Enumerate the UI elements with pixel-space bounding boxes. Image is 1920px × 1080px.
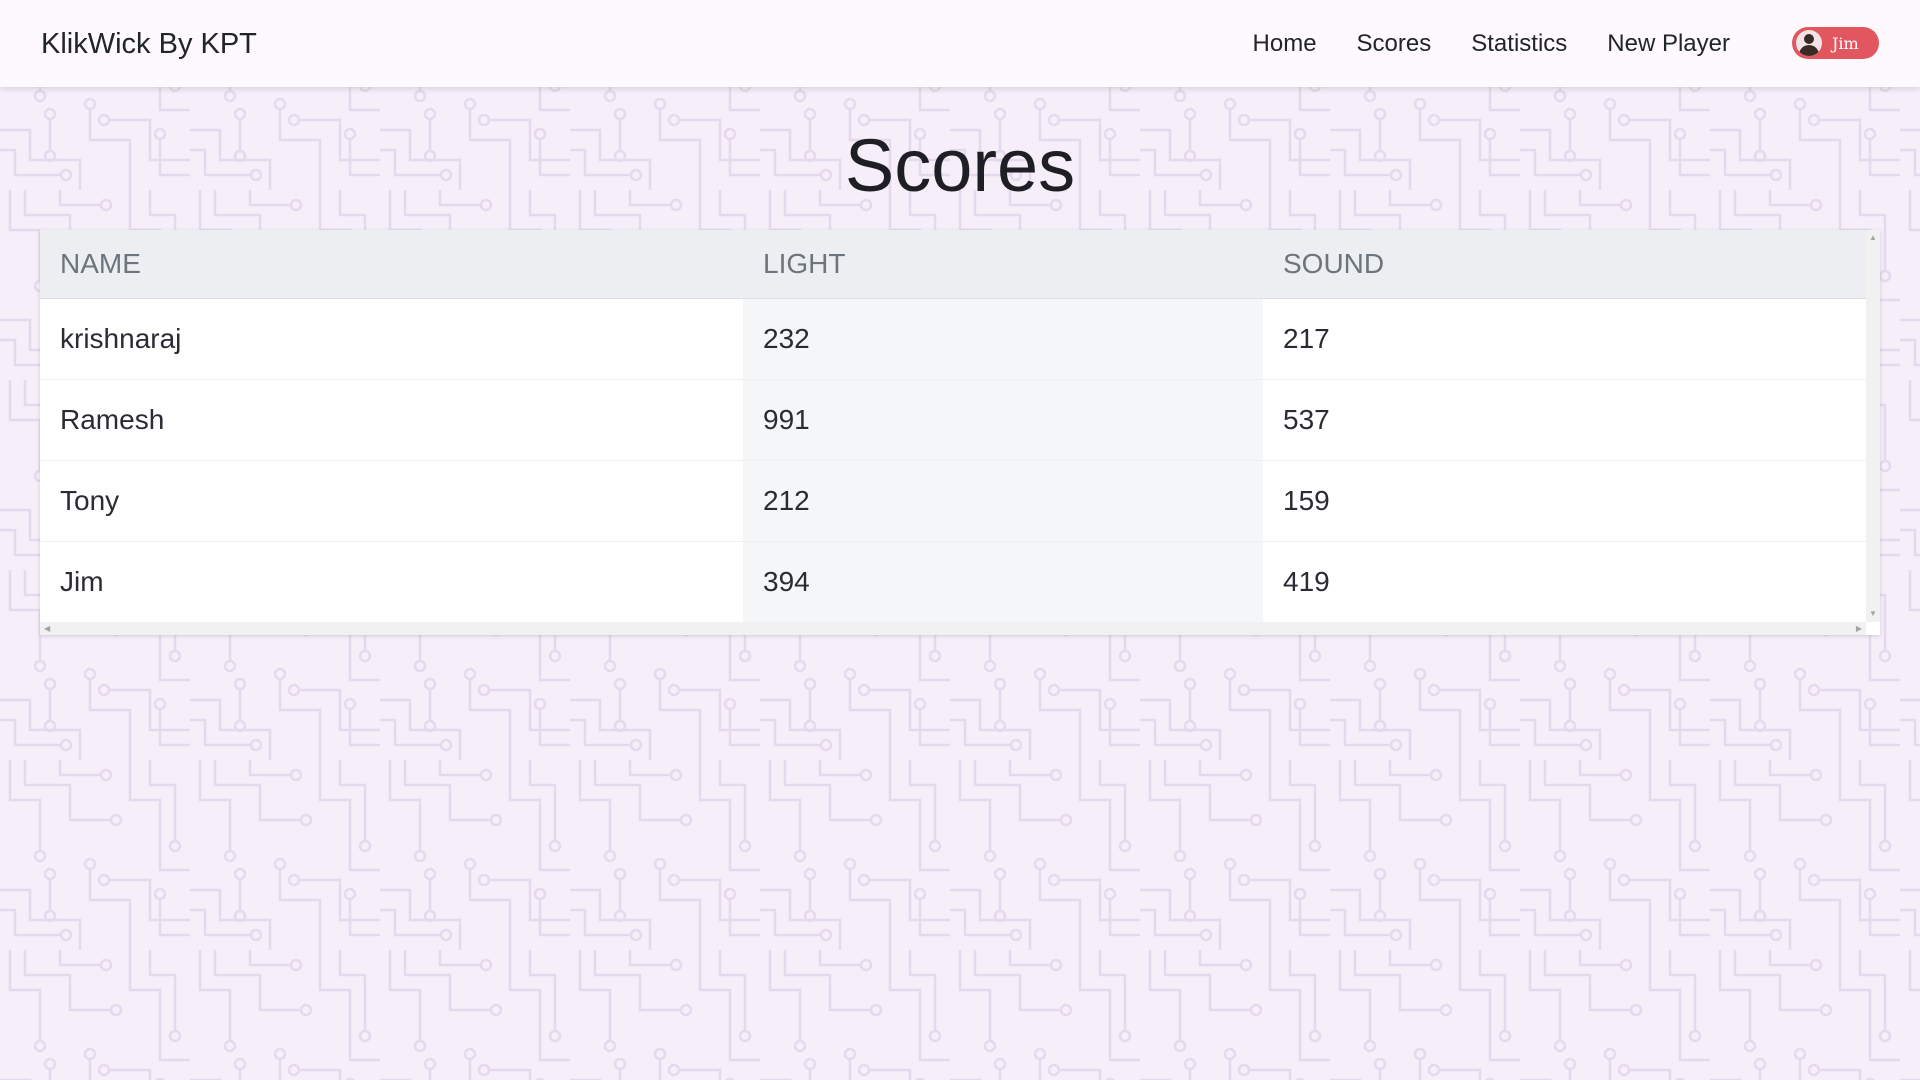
scores-table: NAME LIGHT SOUND krishnaraj 232 217 Rame… bbox=[40, 230, 1866, 622]
brand-logo[interactable]: KlikWick By KPT bbox=[41, 24, 257, 64]
cell-name: Ramesh bbox=[40, 379, 743, 461]
cell-name: krishnaraj bbox=[40, 298, 743, 380]
cell-name: Jim bbox=[60, 566, 104, 597]
column-header-name[interactable]: NAME bbox=[40, 230, 743, 299]
vertical-scrollbar[interactable]: ▲ ▼ bbox=[1866, 230, 1880, 622]
column-header-light[interactable]: LIGHT bbox=[743, 230, 1263, 299]
cell-sound: 217 bbox=[1263, 298, 1866, 380]
scores-table-container: NAME LIGHT SOUND krishnaraj 232 217 Rame… bbox=[40, 230, 1880, 635]
table-row: Ramesh 991 537 bbox=[40, 379, 1866, 461]
nav-link-scores[interactable]: Scores bbox=[1337, 24, 1452, 64]
top-navbar: KlikWick By KPT Home Scores Statistics N… bbox=[0, 0, 1920, 87]
nav-link-home[interactable]: Home bbox=[1233, 24, 1337, 64]
cell-light: 212 bbox=[743, 460, 1263, 542]
cell-light: 394 bbox=[743, 541, 1263, 622]
column-header-sound[interactable]: SOUND bbox=[1263, 230, 1866, 299]
page-title: Scores bbox=[844, 124, 1076, 207]
table-header-row: NAME LIGHT SOUND bbox=[40, 230, 1866, 299]
scroll-right-arrow-icon[interactable]: ▶ bbox=[1856, 623, 1862, 635]
cell-sound: 159 bbox=[1263, 460, 1866, 542]
table-row: Jim 394 419 bbox=[40, 541, 1866, 622]
scroll-up-arrow-icon[interactable]: ▲ bbox=[1869, 232, 1877, 244]
cell-light: 232 bbox=[743, 298, 1263, 380]
user-avatar-icon bbox=[1796, 30, 1822, 56]
scroll-left-arrow-icon[interactable]: ◀ bbox=[44, 623, 50, 635]
table-row: krishnaraj 232 217 bbox=[40, 298, 1866, 380]
nav-link-statistics[interactable]: Statistics bbox=[1451, 24, 1587, 64]
nav-link-new-player[interactable]: New Player bbox=[1587, 24, 1750, 64]
nav-links: Home Scores Statistics New Player bbox=[1233, 24, 1750, 64]
horizontal-scrollbar[interactable]: ◀ ▶ bbox=[40, 622, 1866, 635]
scroll-down-arrow-icon[interactable]: ▼ bbox=[1869, 608, 1877, 620]
user-menu-button[interactable]: Jim bbox=[1792, 27, 1879, 59]
cell-sound: 419 bbox=[1283, 566, 1330, 597]
table-row: Tony 212 159 bbox=[40, 460, 1866, 542]
cell-light: 991 bbox=[743, 379, 1263, 461]
user-name: Jim bbox=[1832, 33, 1859, 53]
cell-sound: 537 bbox=[1263, 379, 1866, 461]
cell-name: Tony bbox=[40, 460, 743, 542]
